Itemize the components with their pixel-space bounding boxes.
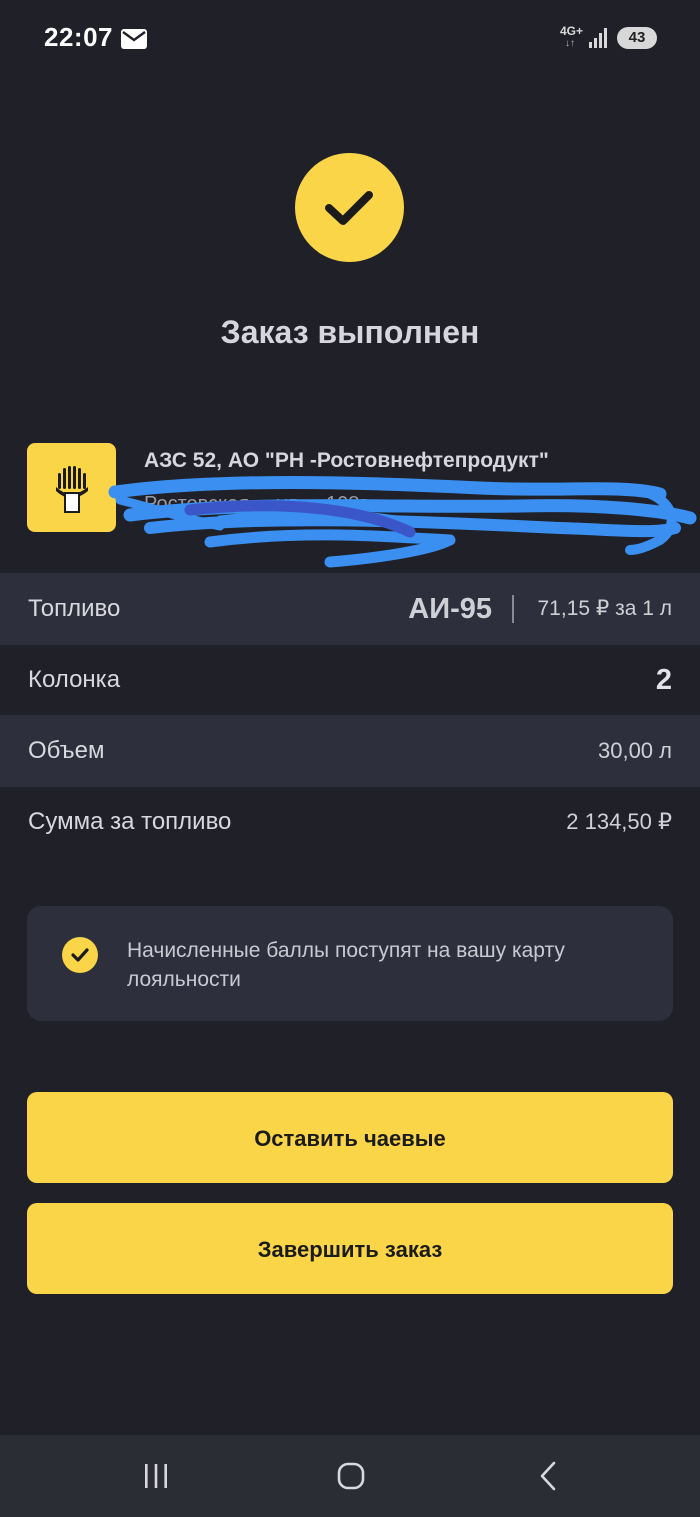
total-label: Сумма за топливо bbox=[28, 808, 232, 835]
finish-order-button[interactable]: Завершить заказ bbox=[27, 1203, 673, 1294]
pump-row: Колонка 2 bbox=[0, 644, 700, 716]
recents-icon[interactable] bbox=[142, 1463, 170, 1489]
volume-row: Объем 30,00 л bbox=[0, 715, 700, 787]
status-bar: 22:07 4G+ ↓↑ 43 bbox=[0, 0, 700, 76]
home-icon[interactable] bbox=[337, 1462, 365, 1490]
network-activity: ↓↑ bbox=[565, 38, 575, 49]
loyalty-info-text: Начисленные баллы поступят на вашу карту… bbox=[127, 939, 565, 991]
volume-value: 30,00 л bbox=[597, 738, 672, 763]
fuel-type: АИ-95 bbox=[408, 593, 492, 625]
fuel-price: 71,15 ₽ за 1 л bbox=[537, 597, 673, 620]
pump-label: Колонка bbox=[28, 666, 121, 693]
redaction-scribble bbox=[108, 476, 697, 568]
check-circle-icon bbox=[295, 153, 404, 262]
fuel-row: Топливо АИ-95 71,15 ₽ за 1 л bbox=[0, 573, 700, 645]
page-title: Заказ выполнен bbox=[220, 314, 480, 350]
fuel-label: Топливо bbox=[28, 595, 121, 622]
battery-icon: 43 bbox=[617, 27, 657, 49]
system-nav-bar bbox=[0, 1435, 700, 1517]
pump-value: 2 bbox=[655, 664, 672, 696]
leave-tip-button[interactable]: Оставить чаевые bbox=[27, 1092, 673, 1183]
signal-icon bbox=[588, 28, 610, 53]
status-time: 22:07 bbox=[44, 22, 113, 52]
loyalty-info-card: Начисленные баллы поступят на вашу карту… bbox=[27, 906, 673, 1021]
total-value: 2 134,50 ₽ bbox=[566, 809, 672, 834]
network-label: 4G+ bbox=[560, 24, 584, 38]
check-icon bbox=[62, 937, 98, 973]
fuel-separator bbox=[512, 595, 514, 623]
mail-icon bbox=[121, 29, 147, 54]
total-row: Сумма за топливо 2 134,50 ₽ bbox=[0, 786, 700, 858]
back-icon[interactable] bbox=[537, 1461, 559, 1491]
volume-label: Объем bbox=[28, 737, 105, 764]
